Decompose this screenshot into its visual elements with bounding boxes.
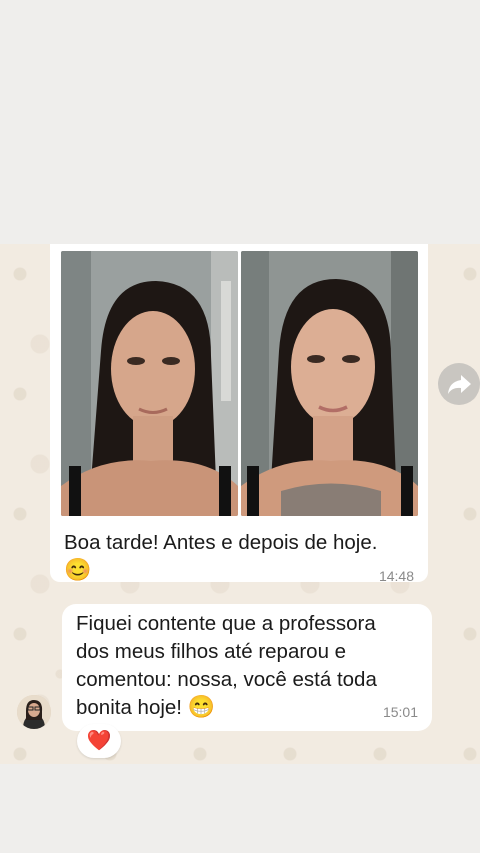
bottom-blank-area bbox=[0, 764, 480, 853]
top-blank-area bbox=[0, 0, 480, 244]
smiling-emoji-icon: 😊 bbox=[64, 557, 92, 582]
message-body: Fiquei contente que a professora dos meu… bbox=[76, 610, 406, 722]
heart-icon: ❤️ bbox=[86, 730, 112, 752]
photo-caption: Boa tarde! Antes e depois de hoje. 😊 bbox=[64, 529, 420, 585]
grinning-emoji-icon: 😁 bbox=[187, 694, 216, 719]
forward-button[interactable] bbox=[438, 363, 480, 405]
text-message-bubble[interactable]: Fiquei contente que a professora dos meu… bbox=[62, 604, 432, 731]
heart-reaction[interactable]: ❤️ bbox=[77, 724, 121, 758]
caption-text: Boa tarde! Antes e depois de hoje. bbox=[64, 531, 378, 554]
after-photo[interactable] bbox=[241, 251, 418, 516]
message-time: 15:01 bbox=[382, 704, 418, 720]
message-time: 14:48 bbox=[378, 568, 414, 584]
message-text: Fiquei contente que a professora dos meu… bbox=[76, 612, 377, 719]
contact-avatar[interactable] bbox=[17, 695, 51, 729]
before-photo[interactable] bbox=[61, 251, 238, 516]
forward-arrow-icon bbox=[448, 375, 471, 394]
photo-message-bubble[interactable]: Boa tarde! Antes e depois de hoje. 😊 14:… bbox=[50, 244, 428, 585]
